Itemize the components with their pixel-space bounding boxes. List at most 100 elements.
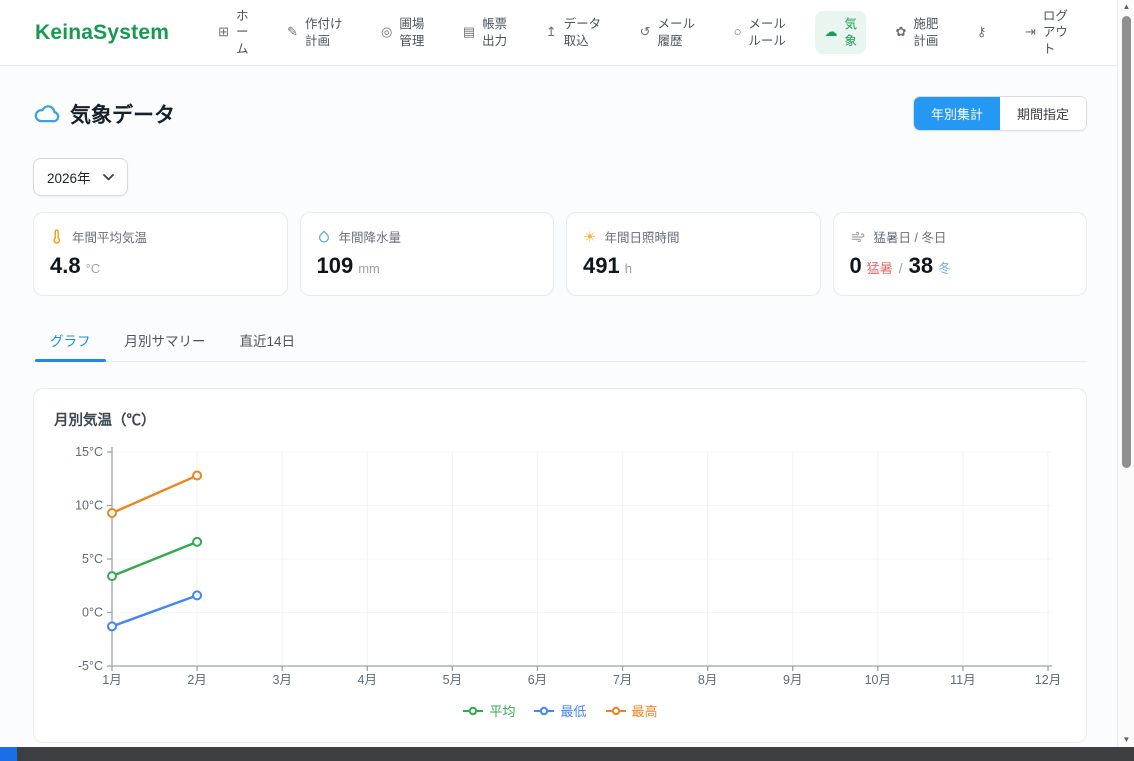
vertical-scrollbar-thumb[interactable] [1122,16,1131,468]
legend-item-min[interactable]: 最低 [533,701,586,720]
nav-item-label: メール 履歴 [658,16,696,49]
legend-item-max[interactable]: 最高 [605,701,658,720]
svg-text:5月: 5月 [443,673,462,687]
circle-icon: ○ [734,24,742,41]
stat-card-annual-precipitation: 年間降水量 109 mm [300,212,555,296]
separator: / [899,260,903,276]
chart-card: 月別気温（℃） 15°C10°C5°C0°C-5°C1月2月3月4月5月6月7月… [33,388,1087,743]
top-nav-bar: KeinaSystem ⊞ ホ ー ム ✎ 作付け 計画 ◎ 圃場 管理 ▤ 帳票 出力 ↥ デー… [0,0,1117,66]
legend-marker-icon [533,706,555,716]
chart-title: 月別気温（℃） [54,409,1066,430]
hot-days-value: 0 [850,253,862,279]
stat-label: 年間日照時間 [604,227,679,246]
nav-item-password-key[interactable]: ⚷ [968,19,996,46]
stat-value: 491 [583,253,620,279]
stat-unit: h [625,261,632,276]
stat-label: 年間平均気温 [72,227,147,246]
nav-item-weather[interactable]: ☁気 象 [815,11,866,54]
document-icon: ▤ [463,24,475,41]
grid-icon: ⊞ [218,24,229,41]
brand-logo[interactable]: KeinaSystem [35,21,169,45]
svg-text:6月: 6月 [528,673,547,687]
stats-row: 年間平均気温 4.8 °C 年間降水量 109 mm [33,212,1087,296]
nav-item-fertilization-plan[interactable]: ✿ 施肥 計画 [886,11,947,54]
nav-item-data-import[interactable]: ↥ データ 取込 [537,11,610,54]
nav-item-label: ホ ー ム [236,8,249,57]
stat-unit: mm [358,261,380,276]
svg-text:2月: 2月 [187,673,206,687]
nav-item-logout[interactable]: ⇥ ログ アウ ト [1016,3,1077,62]
nav-item-label: 施肥 計画 [913,16,938,49]
legend-label: 最低 [560,701,586,720]
stat-label: 猛暑日 / 冬日 [874,227,947,246]
upload-icon: ↥ [546,24,557,41]
svg-text:12月: 12月 [1035,673,1061,687]
page-title: 気象データ [70,99,175,129]
stat-card-annual-sunshine: ☀ 年間日照時間 491 h [566,212,821,296]
chevron-down-icon [103,174,114,181]
vertical-scrollbar[interactable]: ▲ ▼ [1117,0,1134,747]
map-pin-icon: ◎ [381,24,392,41]
tab-bar: グラフ月別サマリー直近14日 [33,321,1087,362]
horizontal-scrollbar[interactable] [0,747,1134,761]
toggle-period[interactable]: 期間指定 [1000,97,1086,130]
svg-text:0°C: 0°C [82,606,103,620]
nav-item-label: ログ アウ ト [1043,8,1068,57]
svg-text:5°C: 5°C [82,552,103,566]
stat-card-extreme-days: 猛暑日 / 冬日 0 猛暑 / 38 冬 [833,212,1088,296]
hot-days-label: 猛暑 [867,258,893,277]
stat-unit: °C [86,261,101,276]
tab-recent-14days[interactable]: 直近14日 [223,321,313,361]
nav-item-label: 気 象 [844,16,857,49]
nav-item-report-output[interactable]: ▤ 帳票 出力 [454,11,516,54]
scrollbar-corner-accent [0,747,17,761]
legend-label: 最高 [632,701,658,720]
scroll-down-arrow-icon[interactable]: ▼ [1118,735,1134,744]
plant-icon: ✿ [895,24,906,41]
history-icon: ↺ [640,24,651,41]
legend-item-avg[interactable]: 平均 [462,701,515,720]
nav-item-planting-plan[interactable]: ✎ 作付け 計画 [278,11,351,54]
logout-icon: ⇥ [1025,24,1036,41]
svg-text:10月: 10月 [865,673,891,687]
winter-days-value: 38 [909,253,933,279]
scroll-up-arrow-icon[interactable]: ▲ [1118,2,1134,11]
key-icon: ⚷ [977,24,987,41]
main-content: 気象データ 年別集計期間指定 2026年 年間平均気温 [0,66,1117,743]
svg-text:4月: 4月 [358,673,377,687]
stat-card-annual-avg-temp: 年間平均気温 4.8 °C [33,212,288,296]
svg-text:8月: 8月 [698,673,717,687]
sun-icon: ☀ [583,228,596,246]
pencil-icon: ✎ [287,24,298,41]
nav-item-label: メール ルール [748,16,786,49]
nav-item-label: 圃場 管理 [399,16,424,49]
svg-text:15°C: 15°C [75,445,103,459]
svg-text:1月: 1月 [102,673,121,687]
nav-item-label: データ 取込 [564,16,602,49]
tab-monthly-summary[interactable]: 月別サマリー [108,321,223,361]
stat-value: 4.8 [50,253,81,279]
stat-label: 年間降水量 [339,227,402,246]
nav-item-mail-history[interactable]: ↺ メール 履歴 [631,11,704,54]
nav-item-label: 作付け 計画 [305,16,343,49]
droplet-icon [317,229,331,244]
thermometer-icon [50,229,64,244]
app-content: KeinaSystem ⊞ ホ ー ム ✎ 作付け 計画 ◎ 圃場 管理 ▤ 帳票 出力 ↥ デー… [0,0,1117,747]
nav-item-label: 帳票 出力 [482,16,507,49]
tab-graph[interactable]: グラフ [33,321,108,361]
svg-text:3月: 3月 [272,673,291,687]
cloud-icon [33,103,60,125]
nav-item-field-management[interactable]: ◎ 圃場 管理 [372,11,433,54]
winter-days-label: 冬 [938,258,951,277]
toggle-yearly[interactable]: 年別集計 [914,97,1000,130]
svg-text:9月: 9月 [783,673,802,687]
legend-label: 平均 [489,701,515,720]
svg-text:10°C: 10°C [75,499,103,513]
nav-item-home[interactable]: ⊞ ホ ー ム [209,3,257,62]
wind-icon [850,230,866,244]
year-select-value: 2026年 [47,167,91,187]
nav-item-mail-rules[interactable]: ○ メール ルール [725,11,795,54]
legend-marker-icon [462,706,484,716]
chart-legend: 平均 最低 最高 [54,701,1066,720]
year-select[interactable]: 2026年 [33,158,128,196]
